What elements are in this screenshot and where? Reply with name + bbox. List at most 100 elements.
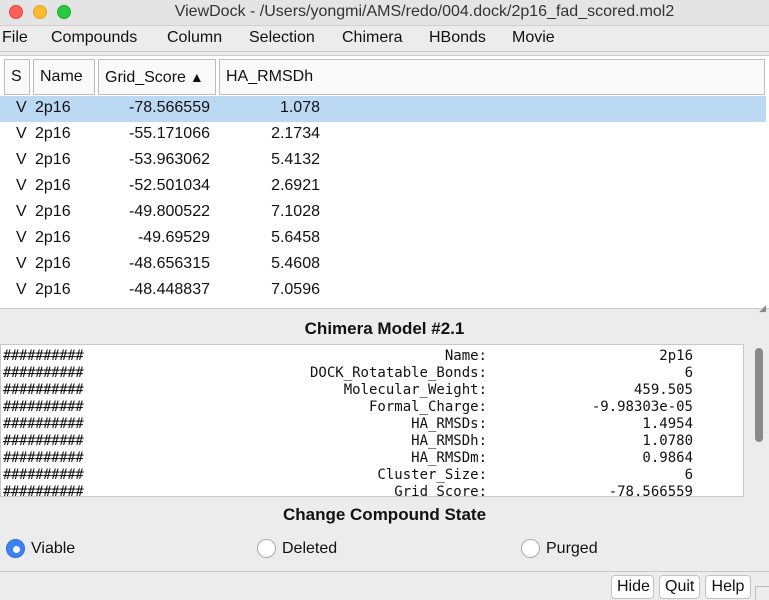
menu-movie[interactable]: Movie — [512, 29, 555, 47]
column-header-state[interactable]: S — [4, 59, 30, 95]
info-value: -9.98303e-05 — [591, 399, 693, 415]
cell-grid-score: -49.800522 — [129, 203, 210, 220]
info-line: ########## Cluster_Size: 6 — [1, 467, 741, 484]
info-value: 6 — [684, 467, 693, 483]
cell-name: 2p16 — [35, 229, 71, 246]
info-scrollbar[interactable] — [753, 346, 765, 496]
radio-purged-indicator[interactable] — [521, 539, 540, 558]
info-hash: ########## — [3, 399, 84, 415]
cell-state: V — [16, 177, 27, 194]
info-key: HA_RMSDs: — [411, 416, 487, 432]
cell-state: V — [16, 229, 27, 246]
column-header-name[interactable]: Name — [33, 59, 95, 95]
cell-grid-score: -48.656315 — [129, 255, 210, 272]
help-button[interactable]: Help — [705, 575, 751, 599]
info-line: ########## Molecular_Weight: 459.505 — [1, 382, 741, 399]
radio-purged-label: Purged — [546, 539, 598, 557]
cell-ha-rmsdh: 7.1028 — [271, 203, 320, 220]
table-row[interactable]: V 2p16 -49.800522 7.1028 — [0, 200, 766, 226]
column-header-ha-rmsdh[interactable]: HA_RMSDh — [219, 59, 765, 95]
cell-state: V — [16, 255, 27, 272]
menu-file[interactable]: File — [2, 29, 28, 47]
info-line: ########## DOCK_Rotatable_Bonds: 6 — [1, 365, 741, 382]
cell-ha-rmsdh: 1.078 — [279, 99, 320, 116]
close-window-button[interactable] — [9, 5, 23, 19]
zoom-window-button[interactable] — [57, 5, 71, 19]
info-line: ########## HA_RMSDs: 1.4954 — [1, 416, 741, 433]
info-hash: ########## — [3, 484, 84, 497]
info-scrollbar-thumb[interactable] — [755, 348, 763, 442]
info-hash: ########## — [3, 382, 84, 398]
menu-bar: File Compounds Column Selection Chimera … — [0, 26, 769, 52]
menu-selection[interactable]: Selection — [249, 29, 315, 47]
info-value: 6 — [684, 365, 693, 381]
info-hash: ########## — [3, 416, 84, 432]
menu-column[interactable]: Column — [167, 29, 222, 47]
info-key: Formal_Charge: — [368, 399, 487, 415]
cell-ha-rmsdh: 5.4608 — [271, 255, 320, 272]
table-header: S Name Grid_Score ▲ HA_RMSDh — [0, 59, 769, 95]
info-key: DOCK_Rotatable_Bonds: — [309, 365, 487, 381]
info-value: 0.9864 — [642, 450, 693, 466]
info-key: HA_RMSDm: — [411, 450, 487, 466]
info-key: Name: — [444, 348, 487, 364]
cell-ha-rmsdh: 2.6921 — [271, 177, 320, 194]
cell-grid-score: -78.566559 — [129, 99, 210, 116]
cell-grid-score: -55.171066 — [129, 125, 210, 142]
table-row[interactable]: V 2p16 -53.963062 5.4132 — [0, 148, 766, 174]
cell-state: V — [16, 281, 27, 298]
cell-grid-score: -53.963062 — [129, 151, 210, 168]
cell-state: V — [16, 151, 27, 168]
column-header-grid-score-label: Grid_Score — [105, 69, 186, 86]
cell-name: 2p16 — [35, 177, 71, 194]
info-hash: ########## — [3, 467, 84, 483]
menu-hbonds[interactable]: HBonds — [429, 29, 486, 47]
info-value: -78.566559 — [608, 484, 693, 497]
table-row[interactable]: V 2p16 -49.69529 5.6458 — [0, 226, 766, 252]
table-row[interactable]: V 2p16 -52.501034 2.6921 — [0, 174, 766, 200]
radio-viable-indicator[interactable] — [6, 539, 25, 558]
table-row[interactable]: V 2p16 -48.448837 7.0596 — [0, 278, 766, 304]
info-key: Molecular_Weight: — [343, 382, 487, 398]
cell-grid-score: -52.501034 — [129, 177, 210, 194]
cell-name: 2p16 — [35, 255, 71, 272]
cell-name: 2p16 — [35, 281, 71, 298]
info-key: Cluster_Size: — [377, 467, 487, 483]
cell-ha-rmsdh: 7.0596 — [271, 281, 320, 298]
cell-name: 2p16 — [35, 125, 71, 142]
info-value: 1.0780 — [642, 433, 693, 449]
cell-ha-rmsdh: 2.1734 — [271, 125, 320, 142]
table-row[interactable]: V 2p16 -55.171066 2.1734 — [0, 122, 766, 148]
info-hash: ########## — [3, 433, 84, 449]
radio-deleted-indicator[interactable] — [257, 539, 276, 558]
menu-compounds[interactable]: Compounds — [51, 29, 137, 47]
info-hash: ########## — [3, 365, 84, 381]
radio-deleted[interactable]: Deleted — [257, 539, 337, 558]
info-line: ########## HA_RMSDm: 0.9864 — [1, 450, 741, 467]
info-key: HA_RMSDh: — [411, 433, 487, 449]
title-bar: ViewDock - /Users/yongmi/AMS/redo/004.do… — [0, 0, 769, 26]
sort-ascending-icon: ▲ — [189, 69, 204, 85]
radio-viable[interactable]: Viable — [6, 539, 75, 558]
table-row[interactable]: V 2p16 -48.656315 5.4608 — [0, 252, 766, 278]
info-value: 459.505 — [633, 382, 693, 398]
table-row[interactable]: V 2p16 -78.566559 1.078 — [0, 96, 766, 122]
radio-purged[interactable]: Purged — [521, 539, 598, 558]
quit-button[interactable]: Quit — [659, 575, 700, 599]
info-value: 2p16 — [659, 348, 693, 364]
info-value: 1.4954 — [642, 416, 693, 432]
cell-state: V — [16, 203, 27, 220]
info-line: ########## HA_RMSDh: 1.0780 — [1, 433, 741, 450]
info-line: ########## Name: 2p16 — [1, 348, 741, 365]
cell-grid-score: -49.69529 — [137, 229, 210, 246]
compound-info-panel[interactable]: ########## Name: 2p16 ########## DOCK_Rotat… — [0, 344, 744, 497]
cell-name: 2p16 — [35, 99, 71, 116]
column-header-grid-score[interactable]: Grid_Score ▲ — [98, 59, 216, 95]
radio-viable-label: Viable — [31, 539, 76, 557]
info-line: ########## Formal_Charge: -9.98303e-05 — [1, 399, 741, 416]
window-resize-handle[interactable] — [755, 586, 769, 600]
hide-button[interactable]: Hide — [611, 575, 654, 599]
minimize-window-button[interactable] — [33, 5, 47, 19]
pane-resize-handle[interactable]: ◢ — [759, 303, 766, 314]
menu-chimera[interactable]: Chimera — [342, 29, 402, 47]
